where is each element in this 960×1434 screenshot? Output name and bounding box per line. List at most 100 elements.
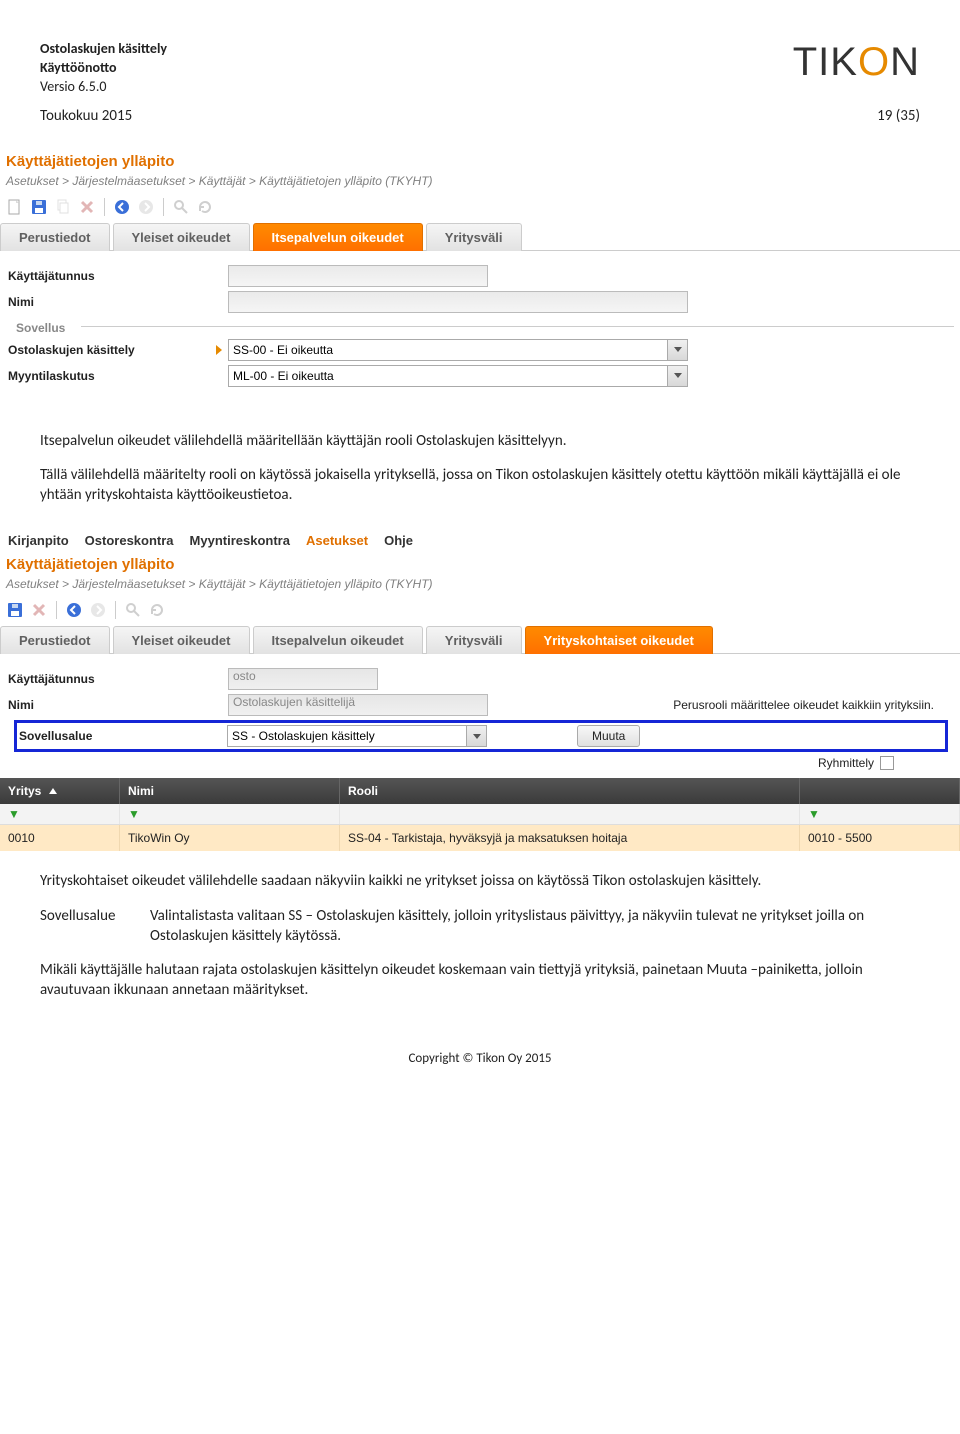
tabs-2: Perustiedot Yleiset oikeudet Itsepalvelu… <box>0 625 960 654</box>
tab-yleiset-oikeudet[interactable]: Yleiset oikeudet <box>113 626 250 654</box>
section-title-2: Käyttäjätietojen ylläpito <box>6 556 960 573</box>
paragraph-3: Yrityskohtaiset oikeudet välilehdelle sa… <box>40 871 920 891</box>
paragraph-2: Tällä välilehdellä määritelty rooli on k… <box>40 465 920 506</box>
toolbar-separator <box>163 198 164 216</box>
highlight-sovellusalue: Sovellusalue Muuta <box>14 720 948 752</box>
dropdown-button-icon[interactable] <box>668 365 688 387</box>
screenshot-2: Kirjanpito Ostoreskontra Myyntireskontra… <box>0 529 960 851</box>
back-icon[interactable] <box>65 601 83 619</box>
perusrooli-note: Perusrooli määrittelee oikeudet kaikkiin… <box>673 698 954 712</box>
doc-meta: Toukokuu 2015 19 (35) <box>40 107 920 125</box>
label-myyntilaskutus: Myyntilaskutus <box>8 369 228 383</box>
dropdown-sovellusalue-value[interactable] <box>227 725 467 747</box>
delete-icon[interactable] <box>30 601 48 619</box>
dropdown-button-icon[interactable] <box>668 339 688 361</box>
muuta-button[interactable]: Muuta <box>577 725 640 747</box>
paragraph-4-row: Sovellusalue Valintalistasta valitaan SS… <box>40 906 920 947</box>
paragraph-1: Itsepalvelun oikeudet välilehdellä määri… <box>40 431 920 451</box>
input-nimi: Ostolaskujen käsittelijä <box>228 694 488 716</box>
forward-icon[interactable] <box>137 198 155 216</box>
menu-asetukset[interactable]: Asetukset <box>306 533 368 548</box>
form-2: Käyttäjätunnus osto Nimi Ostolaskujen kä… <box>0 654 960 778</box>
col-header-rooli[interactable]: Rooli <box>340 778 800 804</box>
label-sovellusalue: Sovellusalue <box>19 729 227 743</box>
menu-ostoreskontra[interactable]: Ostoreskontra <box>85 533 174 548</box>
input-nimi[interactable] <box>228 291 688 313</box>
label-kayttajatunnus: Käyttäjätunnus <box>8 269 228 283</box>
toolbar-separator <box>104 198 105 216</box>
screenshot-1: Käyttäjätietojen ylläpito Asetukset > Jä… <box>0 153 960 405</box>
cell-nimi: TikoWin Oy <box>120 825 340 851</box>
save-icon[interactable] <box>6 601 24 619</box>
dropdown-button-icon[interactable] <box>467 725 487 747</box>
toolbar-1 <box>0 194 960 220</box>
label-kayttajatunnus: Käyttäjätunnus <box>8 672 228 686</box>
refresh-icon[interactable] <box>148 601 166 619</box>
tabs-1: Perustiedot Yleiset oikeudet Itsepalvelu… <box>0 222 960 251</box>
funnel-icon[interactable]: ▼ <box>808 807 820 821</box>
new-icon[interactable] <box>6 198 24 216</box>
table-row[interactable]: 0010 TikoWin Oy SS-04 - Tarkistaja, hyvä… <box>0 825 960 851</box>
footer-copyright: Copyright © Tikon Oy 2015 <box>40 1051 920 1066</box>
form-1: Käyttäjätunnus Nimi Sovellus Ostolaskuje… <box>0 251 960 405</box>
breadcrumb-2: Asetukset > Järjestelmäasetukset > Käytt… <box>6 577 960 591</box>
menu-ohje[interactable]: Ohje <box>384 533 413 548</box>
save-icon[interactable] <box>30 198 48 216</box>
doc-version: Versio 6.5.0 <box>40 78 167 97</box>
dropdown-ostolaskut[interactable] <box>228 339 688 361</box>
forward-icon[interactable] <box>89 601 107 619</box>
ryhmittely-checkbox[interactable] <box>880 756 894 770</box>
caret-right-icon <box>216 345 222 355</box>
search-icon[interactable] <box>172 198 190 216</box>
dropdown-myyntilaskutus[interactable] <box>228 365 688 387</box>
funnel-icon[interactable]: ▼ <box>8 807 20 821</box>
input-kayttajatunnus[interactable] <box>228 265 488 287</box>
sort-asc-icon <box>49 788 57 794</box>
grid-header: Yritys Nimi Rooli <box>0 778 960 804</box>
grid-filter-row: ▼ ▼ ▼ <box>0 804 960 825</box>
menu-kirjanpito[interactable]: Kirjanpito <box>8 533 69 548</box>
label-nimi: Nimi <box>8 295 228 309</box>
copy-icon[interactable] <box>54 198 72 216</box>
toolbar-2 <box>0 597 960 623</box>
label-sovellusalue-inline: Sovellusalue <box>40 906 136 947</box>
fieldset-divider <box>81 326 954 327</box>
tab-perustiedot[interactable]: Perustiedot <box>0 626 110 654</box>
doc-header-left: Ostolaskujen käsittely Käyttöönotto Vers… <box>40 40 167 97</box>
col-header-nimi[interactable]: Nimi <box>120 778 340 804</box>
doc-date: Toukokuu 2015 <box>40 107 132 125</box>
tab-itsepalvelun-oikeudet[interactable]: Itsepalvelun oikeudet <box>253 626 423 654</box>
funnel-icon[interactable]: ▼ <box>128 807 140 821</box>
paragraph-4: Valintalistasta valitaan SS – Ostolaskuj… <box>150 906 920 947</box>
legend-sovellus: Sovellus <box>8 319 73 335</box>
doc-header: Ostolaskujen käsittely Käyttöönotto Vers… <box>40 40 920 97</box>
doc-title-1: Ostolaskujen käsittely <box>40 40 167 59</box>
label-nimi: Nimi <box>8 698 228 712</box>
tab-yleiset-oikeudet[interactable]: Yleiset oikeudet <box>113 223 250 251</box>
cell-rooli: SS-04 - Tarkistaja, hyväksyjä ja maksatu… <box>340 825 800 851</box>
toolbar-separator <box>115 601 116 619</box>
tab-perustiedot[interactable]: Perustiedot <box>0 223 110 251</box>
input-kayttajatunnus: osto <box>228 668 378 690</box>
tikon-logo: TIKON <box>793 40 920 85</box>
col-header-yritys[interactable]: Yritys <box>0 778 120 804</box>
dropdown-myyntilaskutus-value[interactable] <box>228 365 668 387</box>
doc-page: 19 (35) <box>877 107 920 125</box>
doc-title-2: Käyttöönotto <box>40 59 167 78</box>
label-ostolaskut: Ostolaskujen käsittely <box>8 343 135 357</box>
dropdown-ostolaskut-value[interactable] <box>228 339 668 361</box>
search-icon[interactable] <box>124 601 142 619</box>
back-icon[interactable] <box>113 198 131 216</box>
col-header-extra[interactable] <box>800 778 960 804</box>
tab-itsepalvelun-oikeudet[interactable]: Itsepalvelun oikeudet <box>253 223 423 251</box>
menu-myyntireskontra[interactable]: Myyntireskontra <box>190 533 290 548</box>
tab-yrityskohtaiset-oikeudet[interactable]: Yrityskohtaiset oikeudet <box>525 626 713 654</box>
breadcrumb-1: Asetukset > Järjestelmäasetukset > Käytt… <box>6 174 960 188</box>
tab-yritysvali[interactable]: Yritysväli <box>426 626 522 654</box>
dropdown-sovellusalue[interactable] <box>227 725 487 747</box>
paragraph-5: Mikäli käyttäjälle halutaan rajata ostol… <box>40 960 920 1001</box>
delete-icon[interactable] <box>78 198 96 216</box>
cell-extra: 0010 - 5500 <box>800 825 960 851</box>
tab-yritysvali[interactable]: Yritysväli <box>426 223 522 251</box>
refresh-icon[interactable] <box>196 198 214 216</box>
